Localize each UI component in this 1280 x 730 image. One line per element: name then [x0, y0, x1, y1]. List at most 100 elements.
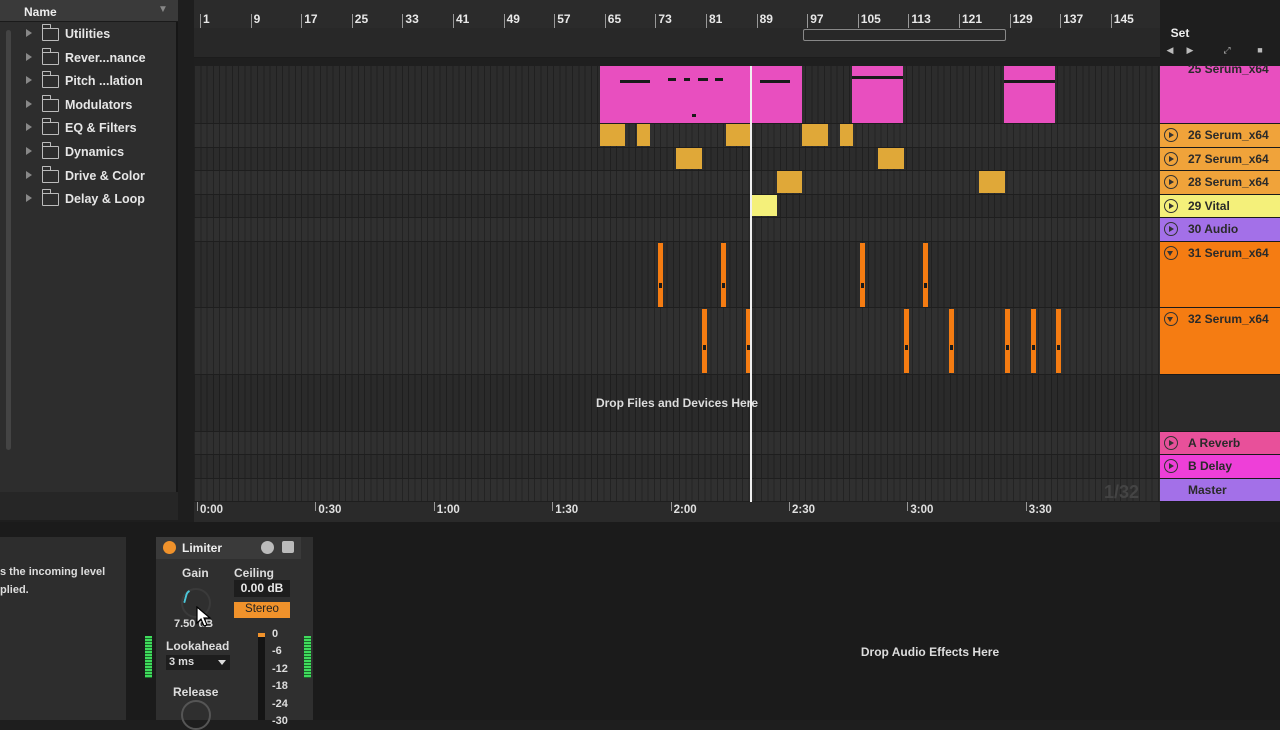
midi-clip[interactable]: [658, 243, 663, 307]
midi-clip[interactable]: [637, 124, 650, 146]
prev-locator-icon[interactable]: ◀: [1163, 45, 1177, 59]
playhead[interactable]: [750, 66, 752, 502]
browser-item[interactable]: Delay & Loop: [0, 188, 176, 211]
track-header[interactable]: 31 Serum_x64: [1160, 242, 1280, 308]
lane-28[interactable]: [194, 171, 1160, 195]
lane-b-delay[interactable]: [194, 455, 1160, 479]
midi-clip[interactable]: [600, 66, 802, 123]
browser-item[interactable]: Dynamics: [0, 141, 176, 164]
expand-triangle-icon[interactable]: [26, 29, 32, 37]
effects-drop-area[interactable]: [313, 537, 1280, 720]
track-fold-icon[interactable]: [1164, 175, 1178, 189]
return-track-header[interactable]: Master: [1160, 479, 1280, 502]
lane-30[interactable]: [194, 218, 1160, 242]
track-name[interactable]: A Reverb: [1188, 436, 1240, 450]
track-fold-icon[interactable]: [1164, 222, 1178, 236]
midi-clip[interactable]: [1056, 309, 1061, 373]
browser-item[interactable]: Drive & Color: [0, 165, 176, 188]
browser-item[interactable]: Rever...nance: [0, 47, 176, 70]
midi-clip[interactable]: [1031, 309, 1036, 373]
track-fold-icon[interactable]: [1164, 152, 1178, 166]
next-locator-icon[interactable]: ▶: [1183, 45, 1197, 59]
midi-clip[interactable]: [904, 309, 909, 373]
track-name[interactable]: 26 Serum_x64: [1188, 128, 1269, 142]
midi-clip[interactable]: [840, 124, 853, 146]
loop-bar[interactable]: [194, 28, 1160, 58]
set-locator-button[interactable]: Set: [1160, 24, 1200, 42]
track-fold-icon[interactable]: [1164, 128, 1178, 142]
expand-triangle-icon[interactable]: [26, 52, 32, 61]
browser-item[interactable]: EQ & Filters: [0, 117, 176, 140]
midi-clip[interactable]: [802, 124, 828, 146]
track-header[interactable]: 26 Serum_x64: [1160, 124, 1280, 148]
midi-clip[interactable]: [600, 124, 625, 146]
track-header[interactable]: 25 Serum_x64: [1160, 62, 1280, 124]
track-name[interactable]: 30 Audio: [1188, 222, 1238, 236]
midi-clip[interactable]: [777, 171, 802, 193]
browser-item[interactable]: Pitch ...lation: [0, 70, 176, 93]
midi-clip[interactable]: [751, 195, 777, 216]
track-name[interactable]: 31 Serum_x64: [1188, 246, 1269, 260]
midi-clip[interactable]: [702, 309, 707, 373]
midi-clip[interactable]: [721, 243, 726, 307]
midi-clip[interactable]: [979, 171, 1005, 193]
track-fold-icon[interactable]: [1164, 312, 1178, 326]
browser-item[interactable]: Modulators: [0, 94, 176, 117]
stereo-toggle[interactable]: Stereo: [234, 602, 290, 618]
bar-ruler[interactable]: 1 9 17 25 33 41 49 57 65 73 81 89 97 105 113 121 129 137 1…: [194, 0, 1160, 28]
track-header[interactable]: 30 Audio: [1160, 218, 1280, 242]
return-track-header[interactable]: B Delay: [1160, 455, 1280, 479]
browser-item[interactable]: Utilities: [0, 23, 176, 46]
release-knob[interactable]: [181, 700, 211, 730]
browser-column-name[interactable]: Name: [24, 5, 57, 19]
midi-clip[interactable]: [878, 148, 904, 169]
expand-triangle-icon[interactable]: [26, 147, 32, 155]
lookahead-dropdown[interactable]: 3 ms: [166, 655, 230, 670]
loop-brace[interactable]: [803, 29, 1006, 41]
track-name[interactable]: B Delay: [1188, 459, 1232, 473]
sort-arrow-icon[interactable]: ▼: [158, 4, 168, 15]
track-fold-icon[interactable]: [1164, 199, 1178, 213]
track-header[interactable]: 28 Serum_x64: [1160, 171, 1280, 195]
lock-icon[interactable]: ■: [1253, 45, 1267, 59]
lane-master[interactable]: [194, 479, 1160, 502]
track-name[interactable]: 29 Vital: [1188, 199, 1230, 213]
hot-swap-icon[interactable]: [261, 541, 274, 554]
expand-triangle-icon[interactable]: [26, 99, 32, 108]
arrangement-view[interactable]: Drop Files and Devices Here: [194, 66, 1160, 502]
device-title-bar[interactable]: [156, 537, 301, 559]
device-power-button[interactable]: [163, 541, 176, 554]
track-header[interactable]: 29 Vital: [1160, 195, 1280, 218]
track-fold-icon[interactable]: [1164, 246, 1178, 260]
expand-triangle-icon[interactable]: [26, 123, 32, 132]
track-header[interactable]: 27 Serum_x64: [1160, 148, 1280, 171]
track-name[interactable]: Master: [1188, 483, 1227, 497]
expand-triangle-icon[interactable]: [26, 170, 32, 179]
track-fold-icon[interactable]: [1164, 436, 1178, 450]
browser-header[interactable]: Name ▼: [0, 0, 178, 22]
midi-clip[interactable]: [676, 148, 702, 169]
empty-track-header[interactable]: [1160, 375, 1280, 432]
midi-clip[interactable]: [1005, 309, 1010, 373]
track-header[interactable]: 32 Serum_x64: [1160, 308, 1280, 375]
ceiling-value[interactable]: 0.00 dB: [234, 580, 290, 597]
lane-32[interactable]: [194, 308, 1160, 375]
expand-triangle-icon[interactable]: [26, 76, 32, 85]
midi-clip[interactable]: [860, 243, 865, 307]
midi-clip[interactable]: [923, 243, 928, 307]
midi-clip[interactable]: [949, 309, 954, 373]
track-name[interactable]: 32 Serum_x64: [1188, 312, 1269, 326]
midi-clip[interactable]: [726, 124, 751, 146]
expand-icon[interactable]: ⤢: [1220, 45, 1234, 59]
track-name[interactable]: 28 Serum_x64: [1188, 175, 1269, 189]
lane-a-reverb[interactable]: [194, 432, 1160, 455]
expand-triangle-icon[interactable]: [26, 194, 32, 203]
save-preset-icon[interactable]: [282, 541, 294, 553]
track-name[interactable]: 25 Serum_x64: [1188, 62, 1269, 76]
track-name[interactable]: 27 Serum_x64: [1188, 152, 1269, 166]
return-track-header[interactable]: A Reverb: [1160, 432, 1280, 455]
lane-26[interactable]: [194, 124, 1160, 148]
lane-31[interactable]: [194, 242, 1160, 308]
midi-clip[interactable]: [1004, 66, 1055, 123]
lane-29[interactable]: [194, 195, 1160, 218]
